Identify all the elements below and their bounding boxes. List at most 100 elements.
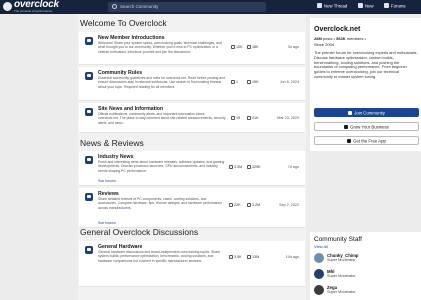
posts-label: members • bbox=[346, 36, 366, 41]
forum-description: Official notifications, community alerts… bbox=[98, 112, 226, 125]
thread-count: 19 bbox=[231, 116, 240, 120]
forum-icon bbox=[85, 156, 93, 164]
staff-role: Super Moderator bbox=[327, 274, 356, 278]
threads-icon bbox=[231, 116, 235, 120]
nav-new-label: New bbox=[365, 3, 374, 9]
staff-member[interactable]: Zega Super Moderator bbox=[314, 285, 414, 296]
post-count-value: 18K bbox=[252, 45, 259, 50]
thread-count-value: 1 bbox=[236, 80, 239, 85]
posts-count: 563K bbox=[336, 36, 346, 41]
community-stats: 28M posts • 563K members • bbox=[314, 36, 366, 41]
nav-new[interactable]: New bbox=[358, 3, 374, 11]
forum-row[interactable]: General Hardware General hardware discus… bbox=[79, 241, 305, 287]
forum-description: Essential community guidelines and rules… bbox=[98, 76, 226, 89]
posts-icon bbox=[247, 116, 251, 120]
since-year: Since 2004 bbox=[314, 42, 335, 47]
community-description: The premier forum for overclocking exper… bbox=[314, 50, 418, 79]
logo-tagline: The pinnacle of performance bbox=[14, 9, 53, 13]
grow-business-button[interactable]: Grow Your Business bbox=[314, 122, 419, 131]
thread-count-value: 19 bbox=[236, 116, 241, 121]
business-icon bbox=[344, 124, 349, 129]
forum-icon bbox=[85, 72, 93, 80]
search-icon bbox=[112, 4, 117, 9]
members-count: 28M bbox=[314, 36, 322, 41]
post-count: 329K bbox=[247, 165, 261, 169]
avatar[interactable] bbox=[314, 269, 324, 279]
post-count-value: 3.2M bbox=[252, 203, 261, 208]
forum-row[interactable]: Industry News Fresh and interesting news… bbox=[79, 151, 305, 186]
last-post-date: 3d ago bbox=[287, 45, 299, 49]
site-name: Overclock.net bbox=[314, 26, 361, 33]
app-icon bbox=[347, 138, 352, 143]
post-count: 21K bbox=[247, 116, 259, 120]
thread-count-value: 3.0M bbox=[234, 165, 243, 170]
thread-count-value: 10K bbox=[236, 45, 243, 50]
join-icon bbox=[348, 110, 353, 115]
post-count: 18K bbox=[247, 45, 259, 49]
search-placeholder: Search Community bbox=[120, 4, 159, 9]
threads-icon bbox=[229, 165, 233, 169]
forum-icon bbox=[85, 193, 93, 201]
thread-count: 3.0M bbox=[229, 165, 242, 169]
nav-new-thread[interactable]: New Thread bbox=[317, 3, 347, 11]
grow-business-label: Grow Your Business bbox=[350, 124, 389, 130]
staff-member[interactable]: Chunky_Chimp Super Moderator bbox=[314, 253, 414, 264]
members-label: posts • bbox=[322, 36, 335, 41]
sidebar: Overclock.net 28M posts • 563K members •… bbox=[310, 14, 421, 300]
forum-description: Share detailed reviews of PC components,… bbox=[98, 197, 223, 210]
avatar[interactable] bbox=[314, 253, 324, 263]
staff-role: Super Moderator bbox=[327, 258, 356, 262]
subforums-link[interactable]: Sub forums bbox=[98, 179, 116, 183]
thread-count: 3.0K bbox=[229, 255, 242, 259]
thread-count-value: 22K bbox=[234, 203, 241, 208]
staff-role: Super Moderator bbox=[327, 290, 356, 294]
section-title: Welcome To Overclock bbox=[80, 18, 167, 28]
community-staff-card: Community Staff View All Chunky_Chimp Su… bbox=[310, 232, 421, 300]
get-app-button[interactable]: Get the Free App bbox=[314, 136, 419, 145]
search-input[interactable]: Search Community bbox=[108, 2, 266, 12]
forum-row[interactable]: Site News and Information Official notif… bbox=[79, 103, 305, 133]
nav-forums-label: Forums bbox=[391, 3, 406, 9]
posts-icon bbox=[247, 255, 251, 259]
forum-row[interactable]: New Member Introductions Welcome! Share … bbox=[79, 32, 305, 65]
last-post-date: Jun 6, 2024 bbox=[279, 80, 299, 84]
view-all-link[interactable]: View All bbox=[314, 244, 328, 249]
post-count: 13M bbox=[247, 255, 259, 259]
post-count: 3.2M bbox=[247, 203, 260, 207]
forum-icon bbox=[85, 37, 93, 45]
new-icon bbox=[358, 3, 363, 9]
avatar[interactable] bbox=[314, 285, 324, 295]
forum-icon bbox=[85, 108, 93, 116]
forum-description: Welcome! Share your system specs, overcl… bbox=[98, 41, 222, 54]
post-count: 19K bbox=[247, 80, 259, 84]
section-title: General Overclock Discussions bbox=[80, 227, 199, 237]
forum-row[interactable]: Community Rules Essential community guid… bbox=[79, 67, 305, 101]
posts-icon bbox=[247, 45, 251, 49]
forum-description: Fresh and interesting news about hardwar… bbox=[98, 160, 225, 173]
threads-icon bbox=[229, 203, 233, 207]
thread-count-value: 3.0K bbox=[234, 255, 242, 260]
post-count-value: 329K bbox=[252, 165, 261, 170]
join-community-button[interactable]: Join Community bbox=[314, 108, 419, 117]
last-post-date: 7d ago bbox=[287, 165, 299, 169]
thread-count: 22K bbox=[229, 203, 241, 207]
forum-icon bbox=[85, 246, 93, 254]
forum-row[interactable]: Reviews Share detailed reviews of PC com… bbox=[79, 188, 305, 228]
section-title: News & Reviews bbox=[80, 138, 144, 148]
forum-list: Welcome To Overclock New Member Introduc… bbox=[78, 14, 306, 300]
posts-icon bbox=[247, 80, 251, 84]
join-community-label: Join Community bbox=[354, 110, 385, 116]
posts-icon bbox=[247, 165, 251, 169]
forums-icon bbox=[384, 3, 389, 9]
posts-icon bbox=[247, 203, 251, 207]
nav-new-thread-label: New Thread bbox=[324, 3, 348, 9]
nav-forums[interactable]: Forums bbox=[384, 3, 406, 11]
threads-icon bbox=[231, 45, 235, 49]
threads-icon bbox=[229, 255, 233, 259]
last-post-date: Sep 2, 2022 bbox=[279, 203, 299, 207]
staff-title: Community Staff bbox=[314, 236, 362, 243]
thread-count: 10K bbox=[231, 45, 243, 49]
subforums-link[interactable]: Sub forums bbox=[98, 221, 116, 225]
post-count-value: 19K bbox=[252, 80, 259, 85]
staff-member[interactable]: Mhl Super Moderator bbox=[314, 269, 414, 280]
